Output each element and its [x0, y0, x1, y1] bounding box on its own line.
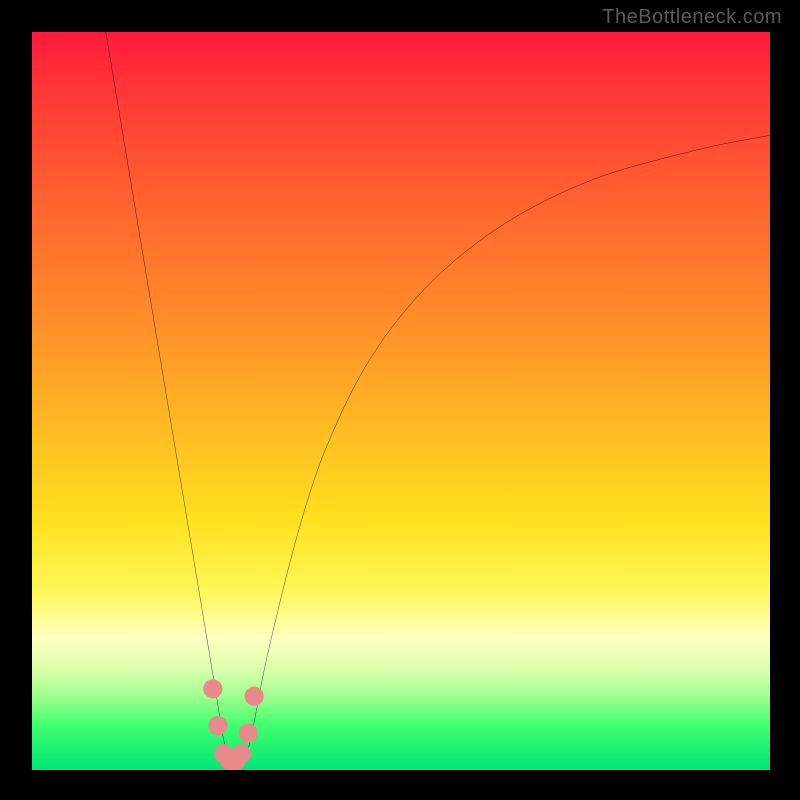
curve-marker — [203, 679, 222, 698]
curve-marker — [208, 716, 227, 735]
plot-area — [32, 32, 770, 770]
curve-marker — [232, 744, 251, 763]
bottleneck-curve-svg — [32, 32, 770, 770]
bottleneck-curve-path — [106, 32, 770, 765]
curve-marker — [245, 687, 264, 706]
chart-frame: TheBottleneck.com — [0, 0, 800, 800]
curve-marker — [239, 724, 258, 743]
marker-group — [203, 679, 264, 770]
watermark-text: TheBottleneck.com — [602, 6, 782, 29]
